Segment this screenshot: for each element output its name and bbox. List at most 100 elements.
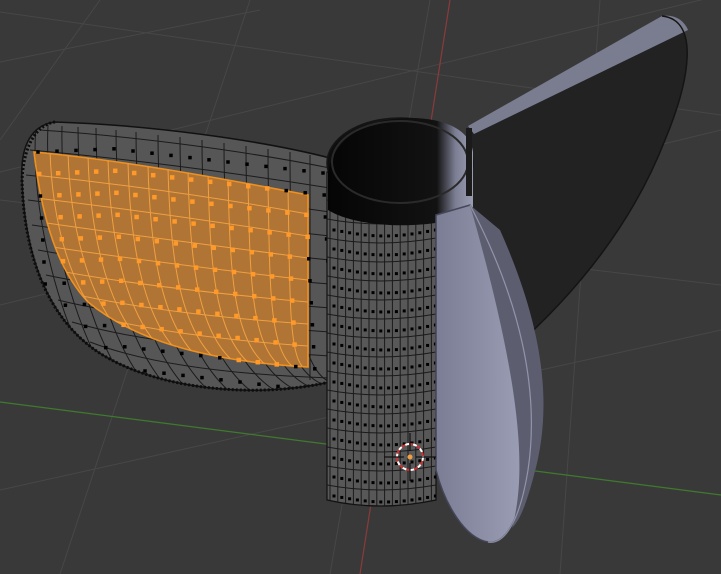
- hub-vertex: [371, 424, 375, 428]
- vertex: [181, 373, 185, 378]
- hub-vertex: [418, 269, 422, 273]
- hub-vertex: [402, 366, 406, 370]
- hub-vertex: [410, 384, 414, 388]
- hub-vertex: [394, 443, 398, 447]
- hub-vertex: [394, 386, 398, 390]
- hub-vertex: [410, 289, 414, 293]
- hub-vertex: [348, 250, 352, 254]
- hub-vertex: [402, 480, 406, 484]
- hub-vertex: [332, 380, 336, 384]
- selected-vertex: [152, 194, 157, 200]
- selected-vertex: [292, 342, 297, 347]
- hub-vertex: [348, 440, 352, 444]
- selected-vertex: [78, 236, 84, 241]
- selected-vertex: [121, 322, 126, 328]
- hub-vertex: [410, 422, 414, 426]
- hub-vertex: [355, 460, 359, 464]
- hub-vertex: [340, 229, 344, 233]
- vertex: [131, 149, 135, 153]
- hub-vertex: [355, 308, 359, 312]
- hub-vertex: [402, 233, 406, 237]
- selected-vertex: [285, 210, 290, 215]
- hub-vertex: [340, 400, 344, 404]
- hub-vertex: [402, 252, 406, 256]
- selected-vertex: [247, 205, 252, 211]
- selected-vertex: [232, 291, 238, 297]
- hub-vertex: [418, 402, 422, 406]
- selected-vertex: [98, 257, 104, 262]
- selected-vertex: [120, 300, 125, 306]
- hub-vertex: [394, 253, 398, 257]
- selected-vertex: [210, 223, 215, 229]
- hub-vertex: [402, 271, 406, 275]
- selected-vertex: [76, 192, 81, 197]
- hub-vertex: [371, 234, 375, 238]
- viewport-canvas[interactable]: [0, 0, 721, 574]
- hub-vertex: [332, 399, 336, 403]
- hub-vertex: [332, 228, 336, 232]
- selected-vertex: [286, 232, 291, 237]
- hub-vertex: [379, 481, 383, 485]
- selected-vertex: [135, 236, 141, 242]
- 3d-viewport[interactable]: [0, 0, 721, 574]
- hub-vertex: [355, 384, 359, 388]
- hub-vertex: [379, 234, 383, 238]
- vertex: [150, 151, 154, 155]
- hub-vertex: [348, 364, 352, 368]
- hub-vertex: [363, 499, 367, 503]
- hub-vertex: [387, 253, 391, 257]
- hub-vertex: [394, 329, 398, 333]
- hub-vertex: [410, 270, 414, 274]
- hub-vertex: [394, 500, 398, 504]
- hub-vertex: [363, 442, 367, 446]
- hub-vertex: [418, 250, 422, 254]
- vertex: [39, 216, 44, 220]
- selected-vertex: [190, 199, 195, 204]
- hub-vertex: [371, 462, 375, 466]
- hub-vertex: [394, 367, 398, 371]
- selected-vertex: [59, 236, 65, 242]
- hub-vertex: [387, 462, 391, 466]
- hub-vertex: [426, 457, 430, 461]
- hub-vertex: [387, 348, 391, 352]
- selected-vertex: [155, 260, 161, 266]
- vertex: [311, 345, 316, 349]
- selected-vertex: [79, 258, 85, 263]
- selected-vertex: [270, 296, 276, 301]
- selected-vertex: [255, 359, 261, 365]
- hub-vertex: [348, 497, 352, 501]
- hub-vertex: [340, 362, 344, 366]
- selected-vertex: [74, 170, 80, 175]
- hub-vertex: [379, 272, 383, 276]
- hub-vertex: [394, 405, 398, 409]
- hub-vertex: [332, 361, 336, 365]
- hub-vertex: [426, 476, 430, 480]
- hub-vertex: [355, 365, 359, 369]
- selected-vertex: [156, 282, 162, 288]
- vertex: [123, 345, 127, 349]
- hub-vertex: [402, 347, 406, 351]
- selected-vertex: [230, 247, 236, 253]
- hub-vertex: [340, 476, 344, 480]
- vertex: [199, 353, 203, 358]
- selected-vertex: [253, 315, 258, 321]
- hub-vertex: [340, 457, 344, 461]
- selected-vertex: [116, 234, 122, 240]
- vertex: [238, 380, 242, 384]
- hub-vertex: [426, 438, 430, 442]
- hub-vertex: [371, 405, 375, 409]
- hub-vertex: [426, 286, 430, 290]
- hub-vertex: [332, 342, 336, 346]
- hub-vertex: [371, 481, 375, 485]
- hub-vertex: [340, 495, 344, 499]
- vertex: [74, 148, 78, 153]
- hub-vertex: [394, 291, 398, 295]
- hub-vertex: [355, 270, 359, 274]
- selected-vertex: [101, 301, 106, 306]
- hub-vertex: [379, 500, 383, 504]
- selected-vertex: [99, 279, 105, 284]
- hub-vertex: [332, 494, 336, 498]
- hub-vertex: [387, 424, 391, 428]
- hub-vertex: [410, 251, 414, 255]
- hub-vertex: [348, 326, 352, 330]
